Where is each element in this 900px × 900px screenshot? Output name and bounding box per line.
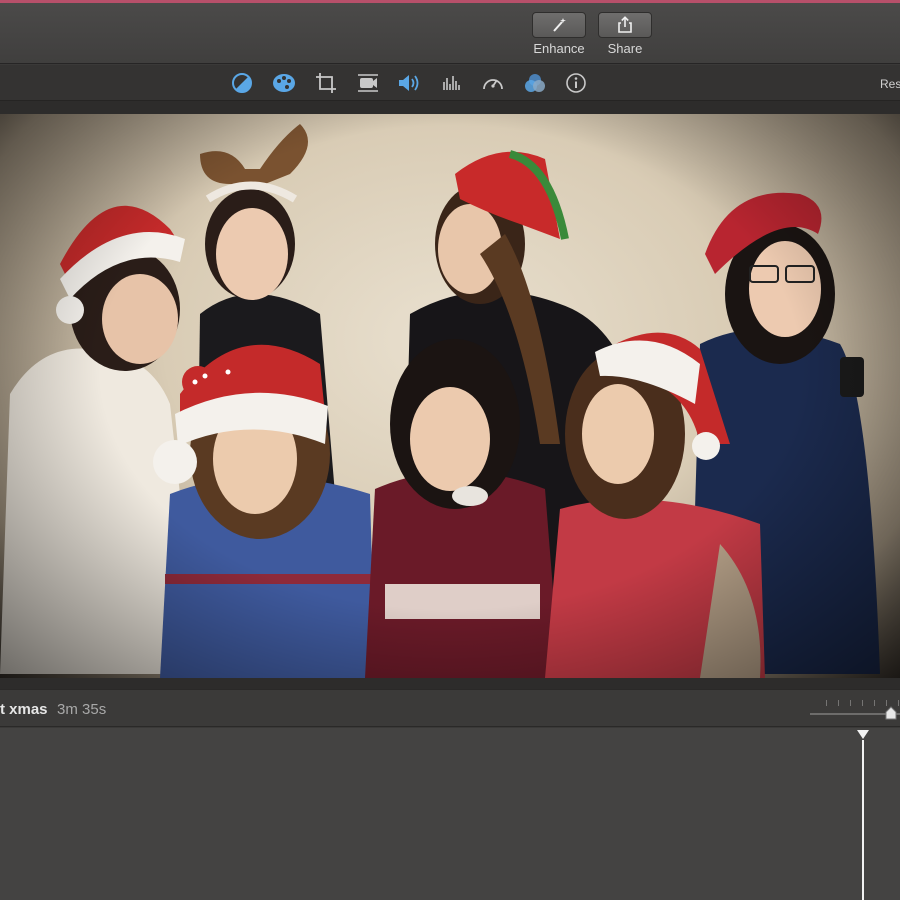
clip-filter-button[interactable] [523, 72, 547, 94]
title-toolbar: Enhance Share [0, 3, 900, 64]
equalizer-icon [443, 76, 460, 90]
palette-icon [273, 74, 295, 92]
equalizer-button[interactable] [439, 72, 463, 94]
project-duration: 3m 35s [57, 701, 107, 718]
color-balance-button[interactable] [230, 72, 254, 94]
color-balance-icon [232, 73, 252, 93]
camera-icon [358, 74, 378, 92]
enhance-label: Enhance [533, 41, 585, 56]
color-correction-button[interactable] [272, 72, 296, 94]
info-icon [566, 73, 586, 93]
share-label: Share [607, 41, 643, 56]
magic-wand-icon [553, 18, 566, 32]
playhead-handle[interactable] [857, 730, 869, 740]
crop-button[interactable] [314, 72, 338, 94]
speed-button[interactable] [481, 72, 505, 94]
crop-icon [316, 73, 336, 93]
stabilization-button[interactable] [356, 72, 380, 94]
volume-button[interactable] [397, 72, 421, 94]
reset-all-button[interactable]: Res [880, 77, 900, 91]
speedometer-icon [483, 79, 503, 90]
share-button[interactable]: Share [597, 12, 653, 56]
playhead[interactable] [862, 740, 864, 900]
volume-icon [399, 75, 419, 91]
zoom-slider-thumb[interactable] [885, 706, 897, 720]
adjustments-bar: Res [0, 65, 900, 101]
enhance-button[interactable]: Enhance [531, 12, 587, 56]
project-title: t xmas [0, 701, 48, 718]
video-preview [0, 114, 900, 678]
timeline-track-area[interactable] [0, 728, 900, 900]
filter-circles-icon [525, 74, 545, 92]
info-button[interactable] [564, 72, 588, 94]
share-icon [618, 16, 632, 33]
vignette-overlay [0, 114, 900, 678]
timeline-header: t xmas 3m 35s [0, 689, 900, 727]
